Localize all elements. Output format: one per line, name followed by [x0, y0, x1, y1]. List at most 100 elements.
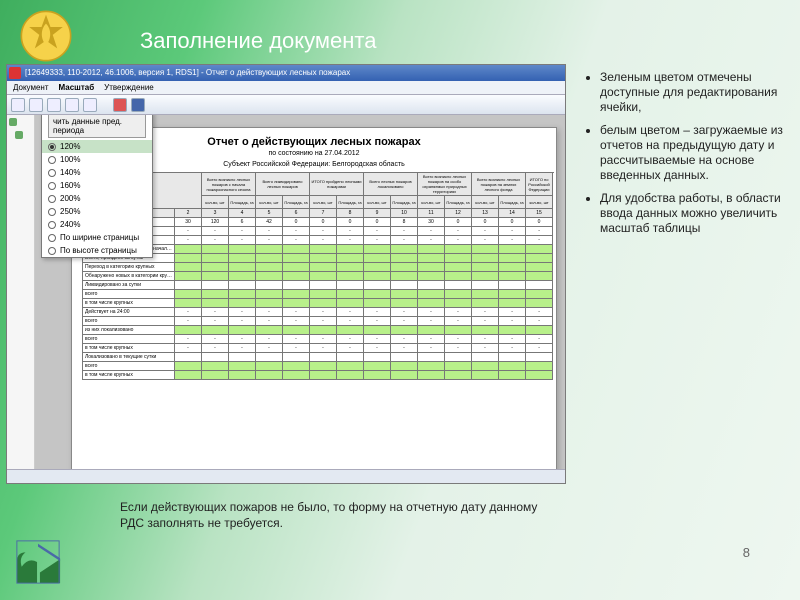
cell[interactable]: [202, 263, 229, 272]
cell[interactable]: [229, 245, 256, 254]
cell[interactable]: [364, 263, 391, 272]
toolbar-button[interactable]: [65, 98, 79, 112]
cell[interactable]: [445, 290, 472, 299]
cell[interactable]: [337, 326, 364, 335]
cell[interactable]: [337, 362, 364, 371]
cell[interactable]: [445, 245, 472, 254]
cell[interactable]: [337, 254, 364, 263]
menu-document[interactable]: Документ: [13, 83, 49, 92]
cell[interactable]: [229, 290, 256, 299]
cell[interactable]: [175, 299, 202, 308]
cell[interactable]: [418, 245, 445, 254]
cell[interactable]: [229, 299, 256, 308]
cell[interactable]: [472, 245, 499, 254]
toolbar-button[interactable]: [113, 98, 127, 112]
cell[interactable]: [229, 371, 256, 380]
toolbar-button[interactable]: [29, 98, 43, 112]
cell[interactable]: [175, 254, 202, 263]
cell[interactable]: [391, 362, 418, 371]
cell[interactable]: [391, 263, 418, 272]
cell[interactable]: [283, 254, 310, 263]
cell[interactable]: [526, 290, 553, 299]
cell[interactable]: [499, 362, 526, 371]
cell[interactable]: [256, 290, 283, 299]
cell[interactable]: [526, 263, 553, 272]
cell[interactable]: [202, 245, 229, 254]
cell[interactable]: [526, 371, 553, 380]
cell[interactable]: [418, 272, 445, 281]
cell[interactable]: [418, 362, 445, 371]
cell[interactable]: [202, 371, 229, 380]
cell[interactable]: [283, 326, 310, 335]
cell[interactable]: [499, 254, 526, 263]
cell[interactable]: [202, 362, 229, 371]
cell[interactable]: [175, 362, 202, 371]
toolbar-button[interactable]: [11, 98, 25, 112]
cell[interactable]: [283, 362, 310, 371]
cell[interactable]: [256, 326, 283, 335]
cell[interactable]: [310, 272, 337, 281]
cell[interactable]: [445, 263, 472, 272]
cell[interactable]: [337, 299, 364, 308]
cell[interactable]: [229, 326, 256, 335]
cell[interactable]: [472, 326, 499, 335]
cell[interactable]: [526, 362, 553, 371]
cell[interactable]: [445, 254, 472, 263]
cell[interactable]: [418, 263, 445, 272]
tree-node[interactable]: [7, 115, 34, 128]
cell[interactable]: [472, 254, 499, 263]
cell[interactable]: [472, 299, 499, 308]
cell[interactable]: [391, 272, 418, 281]
cell[interactable]: [256, 362, 283, 371]
cell[interactable]: [337, 245, 364, 254]
cell[interactable]: [445, 371, 472, 380]
cell[interactable]: [364, 245, 391, 254]
cell[interactable]: [499, 299, 526, 308]
zoom-option[interactable]: 200%: [42, 192, 152, 205]
menu-zoom[interactable]: Масштаб: [59, 83, 95, 92]
cell[interactable]: [499, 371, 526, 380]
cell[interactable]: [418, 371, 445, 380]
cell[interactable]: [175, 326, 202, 335]
zoom-option[interactable]: 140%: [42, 166, 152, 179]
cell[interactable]: [310, 254, 337, 263]
cell[interactable]: [445, 326, 472, 335]
cell[interactable]: [364, 299, 391, 308]
cell[interactable]: [283, 263, 310, 272]
zoom-by-width[interactable]: По ширине страницы: [42, 231, 152, 244]
cell[interactable]: [310, 299, 337, 308]
cell[interactable]: [418, 299, 445, 308]
cell[interactable]: [418, 290, 445, 299]
zoom-option[interactable]: 120%: [42, 140, 152, 153]
cell[interactable]: [526, 254, 553, 263]
zoom-option[interactable]: 100%: [42, 153, 152, 166]
cell[interactable]: [310, 362, 337, 371]
cell[interactable]: [202, 290, 229, 299]
cell[interactable]: [310, 290, 337, 299]
cell[interactable]: [256, 371, 283, 380]
cell[interactable]: [499, 290, 526, 299]
cell[interactable]: [472, 371, 499, 380]
cell[interactable]: [472, 362, 499, 371]
menu-approve[interactable]: Утверждение: [104, 83, 154, 92]
cell[interactable]: [526, 245, 553, 254]
cell[interactable]: [391, 371, 418, 380]
cell[interactable]: [364, 326, 391, 335]
cell[interactable]: [337, 290, 364, 299]
cell[interactable]: [256, 263, 283, 272]
cell[interactable]: [364, 272, 391, 281]
cell[interactable]: [364, 362, 391, 371]
cell[interactable]: [472, 263, 499, 272]
cell[interactable]: [337, 272, 364, 281]
cell[interactable]: [229, 272, 256, 281]
cell[interactable]: [229, 362, 256, 371]
cell[interactable]: [310, 326, 337, 335]
cell[interactable]: [175, 371, 202, 380]
cell[interactable]: [310, 245, 337, 254]
tree-node[interactable]: [7, 128, 34, 141]
cell[interactable]: [526, 272, 553, 281]
cell[interactable]: [202, 272, 229, 281]
zoom-by-height[interactable]: По высоте страницы: [42, 244, 152, 257]
cell[interactable]: [283, 272, 310, 281]
cell[interactable]: [202, 299, 229, 308]
